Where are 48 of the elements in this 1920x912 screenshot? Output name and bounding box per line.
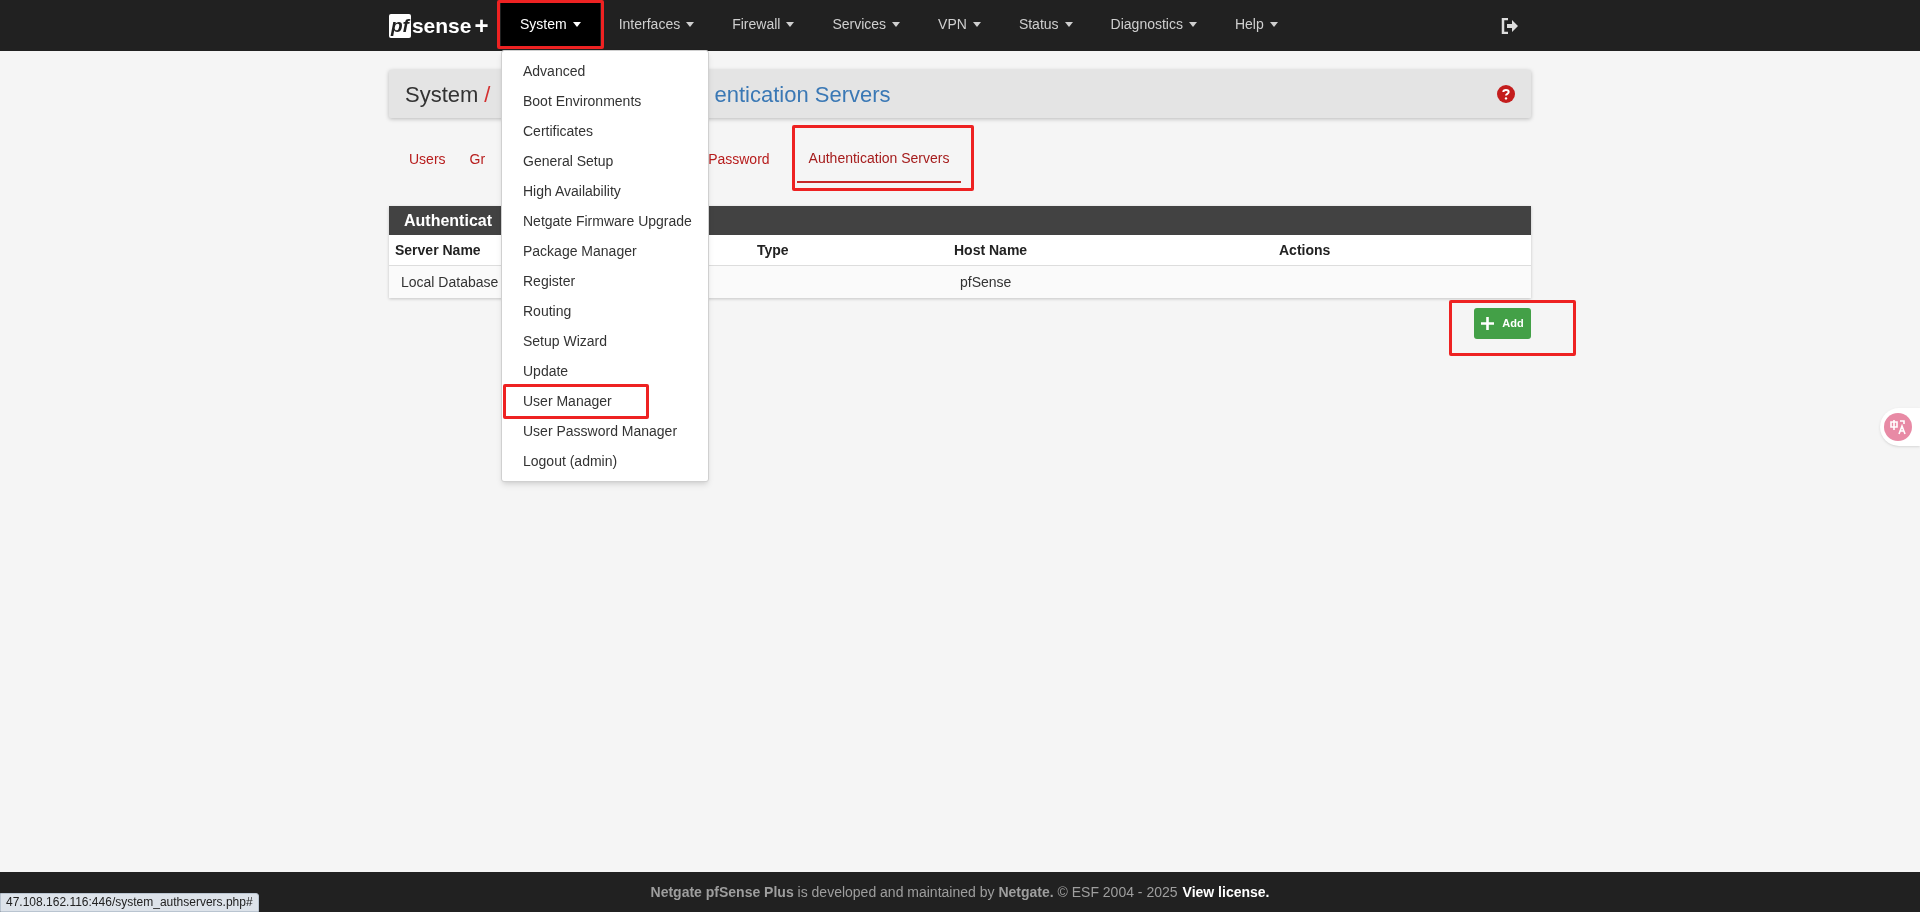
- menu-item[interactable]: User Password Manager: [502, 416, 708, 446]
- menu-item[interactable]: Routing: [502, 296, 708, 326]
- caret-icon: [572, 22, 581, 27]
- table-cell: pfSense: [960, 274, 1012, 290]
- column-header: Server Name: [395, 242, 481, 258]
- menu-item[interactable]: High Availability: [502, 176, 708, 206]
- pfsense-logo: pfsense+: [389, 10, 490, 41]
- menu-item[interactable]: Logout (admin): [502, 446, 708, 476]
- nav-menu[interactable]: Services: [813, 0, 920, 49]
- menu-item[interactable]: Boot Environments: [502, 86, 708, 116]
- column-header: Actions: [1279, 242, 1331, 258]
- tab[interactable]: Gr: [457, 136, 498, 182]
- menu-item[interactable]: Setup Wizard: [502, 326, 708, 356]
- menu-item[interactable]: Netgate Firmware Upgrade: [502, 206, 708, 236]
- menu-item[interactable]: User Manager: [502, 386, 708, 416]
- help-icon[interactable]: [1497, 85, 1515, 103]
- menu-item[interactable]: Register: [502, 266, 708, 296]
- breadcrumb-separator: /: [484, 80, 491, 109]
- caret-icon: [892, 22, 901, 27]
- menu-item[interactable]: General Setup: [502, 146, 708, 176]
- logout-icon[interactable]: [1501, 17, 1519, 34]
- column-header: Host Name: [954, 242, 1028, 258]
- nav-menu[interactable]: Status: [999, 0, 1092, 49]
- nav-menu[interactable]: Help: [1215, 0, 1297, 49]
- caret-icon: [786, 22, 795, 27]
- table-cell: Local Database: [401, 274, 499, 290]
- caret-icon: [972, 22, 981, 27]
- menu-item[interactable]: Update: [502, 356, 708, 386]
- status-url: 47.108.162.116:446/system_authservers.php#: [0, 893, 259, 912]
- caret-icon: [686, 22, 695, 27]
- menu-item[interactable]: Package Manager: [502, 236, 708, 266]
- breadcrumb-link[interactable]: System: [405, 77, 479, 111]
- menu-item[interactable]: Certificates: [502, 116, 708, 146]
- tab[interactable]: Users: [397, 136, 458, 182]
- breadcrumb-current: entication Servers: [714, 80, 891, 109]
- caret-icon: [1188, 22, 1197, 27]
- caret-icon: [1269, 22, 1278, 27]
- column-header: Type: [757, 242, 789, 258]
- caret-icon: [1064, 22, 1073, 27]
- license-link[interactable]: View license.: [1182, 881, 1270, 903]
- footer-text: Netgate pfSense Plus is developed and maintained by Netgate. © ESF 2004 - 2025: [650, 882, 1178, 902]
- panel-title: Authenticat: [404, 210, 492, 231]
- nav-menu[interactable]: Diagnostics: [1091, 0, 1216, 49]
- nav-menu[interactable]: VPN: [919, 0, 1000, 49]
- plus-icon: [1481, 317, 1495, 330]
- nav-menu[interactable]: Interfaces: [599, 0, 714, 49]
- menu-item[interactable]: Advanced: [502, 56, 708, 86]
- nav-menu[interactable]: Firewall: [713, 0, 814, 49]
